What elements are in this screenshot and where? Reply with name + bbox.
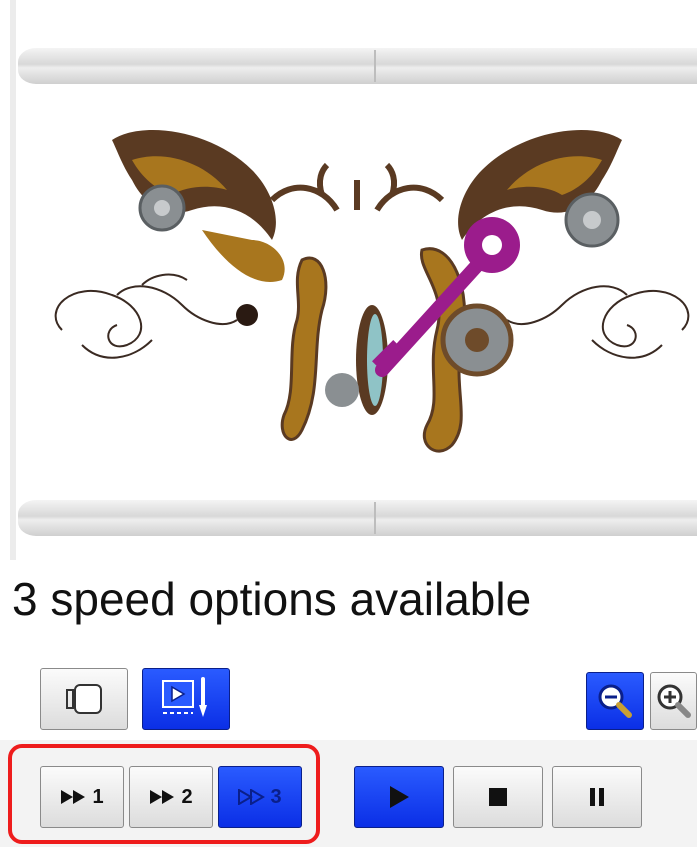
- pause-icon: [586, 786, 608, 808]
- hoop-seam: [374, 50, 376, 82]
- hoop-view-button[interactable]: [40, 668, 128, 730]
- embroidery-design: [22, 90, 697, 498]
- right-outline-scroll: [506, 285, 690, 359]
- zoom-out-button[interactable]: [586, 672, 644, 730]
- stop-button[interactable]: [453, 766, 543, 828]
- gear-ornament: [440, 303, 514, 377]
- magnifier-minus-icon: [595, 681, 635, 721]
- frame-icon: [65, 682, 103, 716]
- needle-simulation-icon: [157, 675, 215, 723]
- sewing-simulation-button[interactable]: [142, 668, 230, 730]
- left-outline-scroll: [54, 273, 238, 359]
- caption-text: 3 speed options available: [12, 573, 532, 625]
- magnifier-plus-icon: [654, 681, 694, 721]
- hoop-bottom-bar: [18, 500, 697, 536]
- play-icon: [385, 783, 413, 811]
- play-button[interactable]: [354, 766, 444, 828]
- hoop-seam: [374, 502, 376, 534]
- stop-icon: [487, 786, 509, 808]
- speed-options-highlight: [8, 744, 320, 844]
- left-wing: [112, 130, 285, 282]
- hoop-top-bar: [18, 48, 697, 84]
- crown-ornament: [269, 162, 445, 212]
- pause-button[interactable]: [552, 766, 642, 828]
- zoom-in-button[interactable]: [650, 672, 697, 730]
